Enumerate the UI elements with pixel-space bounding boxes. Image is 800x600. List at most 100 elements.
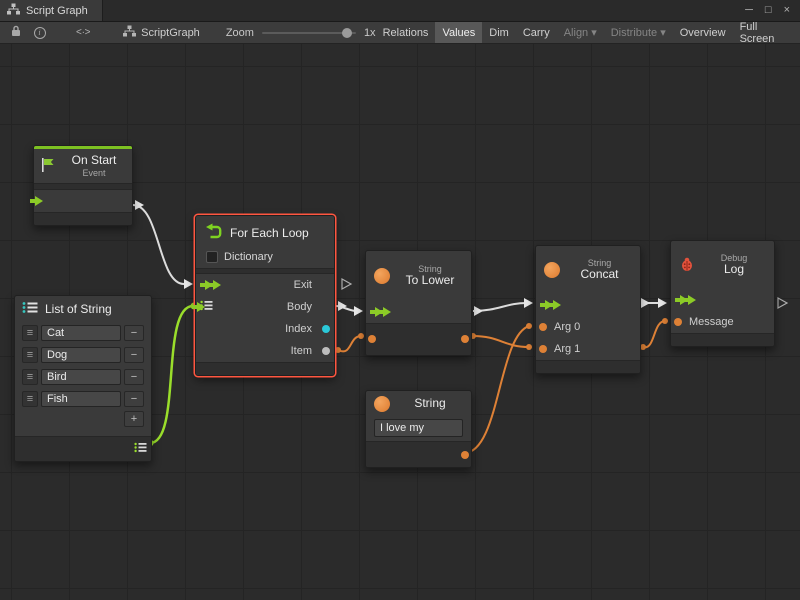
drag-handle-icon[interactable]: ≡ xyxy=(22,325,38,341)
remove-item-button[interactable]: − xyxy=(124,325,144,341)
relations-button[interactable]: Relations xyxy=(376,22,436,43)
wire-arrowhead xyxy=(474,306,483,316)
info-icon: i xyxy=(34,27,46,39)
carry-button[interactable]: Carry xyxy=(516,22,557,43)
string-input-port[interactable] xyxy=(368,335,376,343)
node-footer xyxy=(671,333,774,346)
port-row xyxy=(671,289,774,311)
full-screen-button[interactable]: Full Screen xyxy=(733,22,796,43)
wire-list-to-foreach xyxy=(150,306,193,443)
flow-output-port[interactable] xyxy=(548,300,561,310)
drag-handle-icon[interactable]: ≡ xyxy=(22,391,38,407)
wire-arrowhead xyxy=(338,301,347,311)
index-output-port[interactable] xyxy=(322,325,330,333)
node-separator xyxy=(34,183,132,190)
drag-handle-icon[interactable]: ≡ xyxy=(22,347,38,363)
wire-item-to-tolower xyxy=(338,336,361,351)
script-graph-window: Script Graph ─ □ × i <∙> ScriptGraph Zoo xyxy=(0,0,800,600)
code-icon: <∙> xyxy=(76,27,90,38)
tab-script-graph[interactable]: Script Graph xyxy=(0,0,103,21)
wire-arrowhead xyxy=(354,306,363,316)
exit-port-marker[interactable] xyxy=(342,279,351,289)
string-output-port[interactable] xyxy=(461,335,469,343)
drag-handle-icon[interactable]: ≡ xyxy=(22,369,38,385)
node-footer xyxy=(366,441,471,467)
graph-canvas[interactable]: On Start Event List of String ≡ − xyxy=(0,44,800,600)
bug-icon xyxy=(679,256,695,275)
node-subtitle: Event xyxy=(62,168,126,178)
port-row: Exit xyxy=(196,274,334,296)
minimize-button[interactable]: ─ xyxy=(745,5,753,16)
node-title: List of String xyxy=(45,302,112,316)
arg1-input-port[interactable] xyxy=(539,345,547,353)
tolower-in-endpoint xyxy=(358,333,364,339)
wire-onstart-to-foreach xyxy=(133,205,184,284)
dictionary-toggle[interactable]: Dictionary xyxy=(196,250,334,268)
list-item-input[interactable] xyxy=(41,325,121,341)
zoom-value: 1x xyxy=(364,27,376,39)
node-list-of-string[interactable]: List of String ≡ − ≡ − ≡ − ≡ − xyxy=(14,295,152,462)
message-input-port[interactable] xyxy=(674,318,682,326)
port-row xyxy=(536,294,640,316)
overview-button[interactable]: Overview xyxy=(673,22,733,43)
string-type-icon xyxy=(374,268,390,284)
port-row: Index xyxy=(196,318,334,340)
node-title: Concat xyxy=(567,268,632,282)
port-label-index: Index xyxy=(285,323,312,335)
node-on-start[interactable]: On Start Event xyxy=(33,145,133,226)
align-dropdown[interactable]: Align ▾ xyxy=(557,22,604,43)
info-button[interactable]: i xyxy=(30,24,50,42)
wire-tolower-to-concat xyxy=(473,303,527,311)
wire-arrowhead xyxy=(641,298,650,308)
port-label-message: Message xyxy=(689,316,734,328)
remove-item-button[interactable]: − xyxy=(124,369,144,385)
string-output-port[interactable] xyxy=(461,451,469,459)
port-row xyxy=(366,301,471,323)
list-output-port[interactable] xyxy=(134,442,147,456)
wire-literal-to-arg0 xyxy=(464,326,529,453)
node-debug-log[interactable]: Debug Log Message xyxy=(670,240,775,347)
port-row: Body xyxy=(196,296,334,318)
string-value-input[interactable] xyxy=(374,419,463,437)
lock-button[interactable] xyxy=(6,24,26,42)
list-item-input[interactable] xyxy=(41,391,121,407)
list-item-input[interactable] xyxy=(41,369,121,385)
add-item-button[interactable]: + xyxy=(124,411,144,427)
arg0-endpoint xyxy=(526,323,532,329)
breadcrumb[interactable]: ScriptGraph xyxy=(123,25,200,40)
remove-item-button[interactable]: − xyxy=(124,391,144,407)
arg0-input-port[interactable] xyxy=(539,323,547,331)
graph-icon xyxy=(123,25,136,40)
distribute-dropdown[interactable]: Distribute ▾ xyxy=(604,22,673,43)
titlebar: Script Graph ─ □ × xyxy=(0,0,800,22)
checkbox-icon[interactable] xyxy=(206,251,218,263)
port-row: Message xyxy=(671,311,774,333)
maximize-button[interactable]: □ xyxy=(765,5,772,16)
log-out-port-marker[interactable] xyxy=(778,298,787,308)
exit-output-port[interactable] xyxy=(208,280,221,290)
inspect-code-button[interactable]: <∙> xyxy=(73,24,93,42)
port-row: Arg 0 xyxy=(536,316,640,338)
item-output-port[interactable] xyxy=(322,347,330,355)
port-label-item: Item xyxy=(291,345,312,357)
values-button[interactable]: Values xyxy=(435,22,482,43)
node-concat[interactable]: String Concat Arg 0 Arg 1 xyxy=(535,245,641,374)
zoom-label: Zoom xyxy=(226,27,254,39)
zoom-slider-handle[interactable] xyxy=(342,28,352,38)
zoom-slider[interactable] xyxy=(262,32,356,34)
node-to-lower[interactable]: String To Lower xyxy=(365,250,472,356)
trigger-output-port[interactable] xyxy=(30,196,43,206)
node-for-each-loop[interactable]: For Each Loop Dictionary Exit Body Index xyxy=(195,215,335,376)
flow-output-port[interactable] xyxy=(683,295,696,305)
window-controls: ─ □ × xyxy=(745,0,800,21)
dim-button[interactable]: Dim xyxy=(482,22,516,43)
item-endpoint xyxy=(335,347,341,353)
port-row: Item xyxy=(196,340,334,362)
flow-output-port[interactable] xyxy=(378,307,391,317)
string-type-icon xyxy=(374,396,390,412)
remove-item-button[interactable]: − xyxy=(124,347,144,363)
close-button[interactable]: × xyxy=(784,5,790,16)
body-output-port[interactable] xyxy=(192,302,205,312)
list-item-input[interactable] xyxy=(41,347,121,363)
node-string-literal[interactable]: String xyxy=(365,390,472,468)
